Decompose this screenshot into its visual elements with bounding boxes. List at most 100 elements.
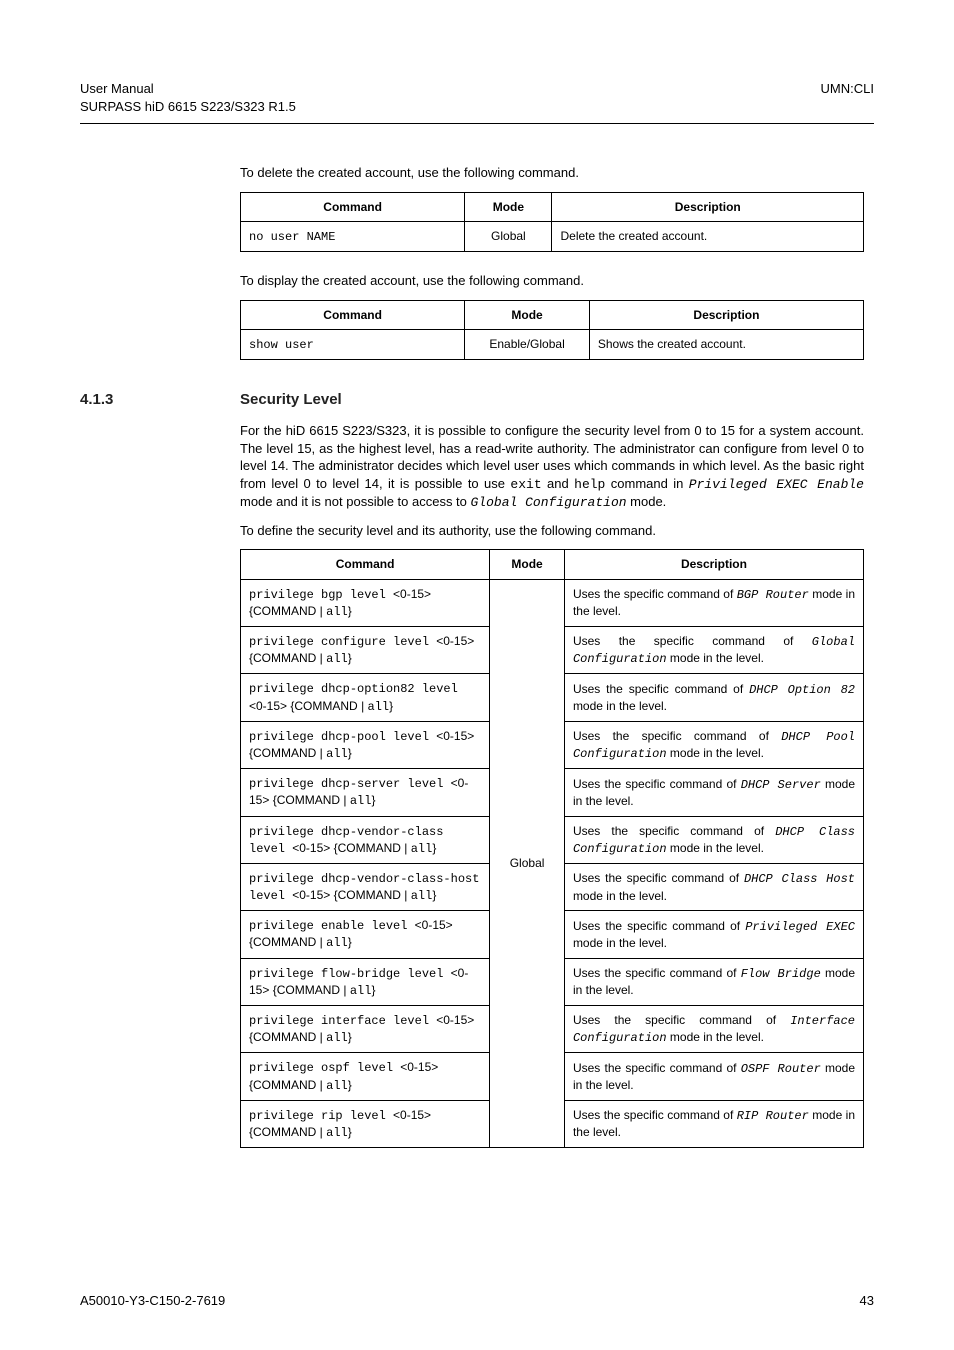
cmd-part: privilege flow-bridge level	[249, 967, 451, 981]
mode-global: Global Configuration	[471, 495, 627, 510]
td-desc: Uses the specific command of DHCP Class …	[564, 816, 863, 863]
th-description: Description	[564, 550, 863, 579]
cmd-help: help	[574, 477, 605, 492]
th-command: Command	[241, 550, 490, 579]
th-description: Description	[589, 300, 863, 329]
cmd-part: privilege rip level	[249, 1109, 393, 1123]
header-left-line2: SURPASS hiD 6615 S223/S323 R1.5	[80, 98, 296, 116]
cmd-part: {COMMAND	[249, 1125, 320, 1139]
td-command: privilege dhcp-pool level <0-15> {COMMAN…	[241, 721, 490, 768]
td-command: privilege configure level <0-15> {COMMAN…	[241, 627, 490, 674]
th-description: Description	[552, 192, 864, 221]
cmd-part: }	[348, 935, 352, 949]
cmd-all: all	[326, 1031, 348, 1045]
desc-text: Uses the specific command of	[573, 919, 745, 933]
td-command: privilege interface level <0-15> {COMMAN…	[241, 1006, 490, 1053]
td-desc: Uses the specific command of Interface C…	[564, 1006, 863, 1053]
desc-text: mode in the level.	[667, 1030, 764, 1044]
cmd-all: all	[326, 747, 348, 761]
desc-text: Uses the specific command of	[573, 824, 775, 838]
desc-text: Uses the specific command of	[573, 634, 812, 648]
text: mode.	[627, 494, 667, 509]
th-mode: Mode	[465, 300, 590, 329]
cmd-part: {COMMAND	[287, 699, 361, 713]
desc-text: mode in the level.	[667, 746, 764, 760]
desc-text: mode in the level.	[573, 889, 667, 903]
cmd-part: }	[348, 604, 352, 618]
cmd-part: {COMMAND	[249, 651, 320, 665]
desc-mode-name: OSPF Router	[741, 1062, 821, 1076]
desc-text: Uses the specific command of	[573, 966, 741, 980]
cmd-part: }	[371, 983, 375, 997]
td-mode: Global	[465, 221, 552, 251]
td-desc: Delete the created account.	[552, 221, 864, 251]
td-command: privilege enable level <0-15> {COMMAND |…	[241, 911, 490, 958]
cmd-all: all	[368, 700, 390, 714]
cmd-all: all	[326, 936, 348, 950]
table-security: Command Mode Description privilege bgp l…	[240, 549, 864, 1148]
cmd-part: privilege ospf level	[249, 1061, 400, 1075]
cmd-all: all	[350, 984, 372, 998]
cmd-part: {COMMAND	[249, 1030, 320, 1044]
desc-text: Uses the specific command of	[573, 871, 744, 885]
cmd-level-range: <0-15> {COMMAND	[292, 888, 404, 902]
cmd-text: show user	[249, 338, 314, 352]
td-command: privilege ospf level <0-15> {COMMAND | a…	[241, 1053, 490, 1100]
td-command: no user NAME	[241, 221, 465, 251]
section-title: Security Level	[240, 391, 342, 408]
cmd-text: no user NAME	[249, 230, 335, 244]
cmd-exit: exit	[510, 477, 541, 492]
cmd-part: }	[432, 888, 436, 902]
cmd-level-range: <0-15> {COMMAND	[292, 841, 404, 855]
section-heading: 4.1.3 Security Level	[80, 390, 874, 410]
cmd-part: privilege configure level	[249, 635, 436, 649]
cmd-part: }	[348, 1030, 352, 1044]
td-command: show user	[241, 329, 465, 359]
th-mode: Mode	[490, 550, 565, 579]
td-desc: Uses the specific command of DHCP Option…	[564, 674, 863, 721]
cmd-part: {COMMAND	[249, 1078, 320, 1092]
cmd-part: }	[389, 699, 393, 713]
cmd-level-range: <0-15>	[393, 587, 431, 601]
desc-text: Uses the specific command of	[573, 1108, 737, 1122]
cmd-part: }	[348, 1078, 352, 1092]
cmd-part: privilege dhcp-server level	[249, 777, 451, 791]
cmd-part: privilege enable level	[249, 919, 415, 933]
td-desc: Shows the created account.	[589, 329, 863, 359]
cmd-part: {COMMAND	[269, 793, 343, 807]
body-content: To delete the created account, use the f…	[80, 164, 874, 360]
cmd-part: }	[371, 793, 375, 807]
desc-text: mode in the level.	[573, 936, 667, 950]
header-left-line1: User Manual	[80, 80, 296, 98]
cmd-part: privilege dhcp-option82 level	[249, 682, 458, 696]
cmd-all: all	[350, 794, 372, 808]
desc-text: mode in the level.	[573, 699, 667, 713]
desc-text: Uses the specific command of	[573, 1013, 790, 1027]
cmd-part: }	[348, 1125, 352, 1139]
td-command: privilege flow-bridge level <0-15> {COMM…	[241, 958, 490, 1005]
mode-priv: Privileged EXEC Enable	[689, 477, 864, 492]
td-command: privilege bgp level <0-15> {COMMAND | al…	[241, 579, 490, 626]
cmd-all: all	[411, 842, 433, 856]
table-delete: Command Mode Description no user NAME Gl…	[240, 192, 864, 252]
desc-mode-name: Flow Bridge	[741, 967, 821, 981]
cmd-all: all	[326, 1079, 348, 1093]
header-right: UMN:CLI	[821, 80, 874, 115]
td-desc: Uses the specific command of RIP Router …	[564, 1100, 863, 1147]
td-desc: Uses the specific command of DHCP Pool C…	[564, 721, 863, 768]
cmd-all: all	[326, 605, 348, 619]
cmd-part: privilege interface level	[249, 1014, 436, 1028]
section-body: For the hiD 6615 S223/S323, it is possib…	[80, 422, 874, 1148]
cmd-level-range: <0-15>	[400, 1060, 438, 1074]
td-desc: Uses the specific command of OSPF Router…	[564, 1053, 863, 1100]
td-desc: Uses the specific command of DHCP Class …	[564, 863, 863, 910]
cmd-level-range: <0-15>	[249, 699, 287, 713]
text: command in	[605, 476, 688, 491]
text: and	[542, 476, 575, 491]
desc-mode-name: BGP Router	[737, 588, 809, 602]
desc-mode-name: RIP Router	[737, 1109, 809, 1123]
td-mode: Global	[490, 579, 565, 1148]
td-desc: Uses the specific command of BGP Router …	[564, 579, 863, 626]
cmd-part: {COMMAND	[249, 604, 320, 618]
para-define: To define the security level and its aut…	[240, 522, 864, 540]
